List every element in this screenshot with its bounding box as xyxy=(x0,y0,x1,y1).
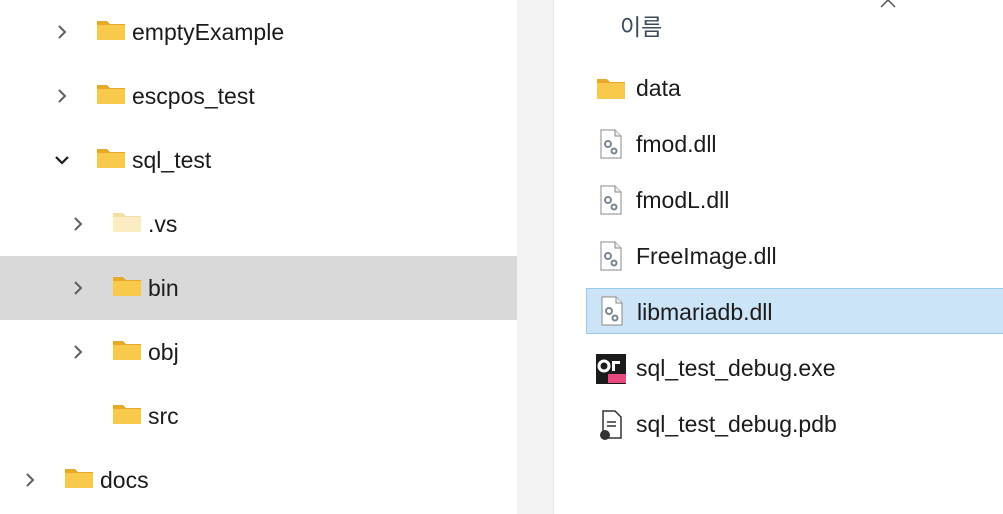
chevron-right-icon[interactable] xyxy=(52,22,72,42)
tree-item-label: docs xyxy=(100,467,149,493)
file-name: sql_test_debug.pdb xyxy=(636,411,837,437)
folder-icon xyxy=(64,466,94,490)
folder-icon xyxy=(112,402,142,426)
tree-item-label: sql_test xyxy=(132,147,212,173)
folder-icon xyxy=(596,72,626,104)
dll-file-icon xyxy=(596,128,626,160)
tree-item-label: emptyExample xyxy=(132,19,285,45)
folder-icon xyxy=(96,18,126,42)
file-name: data xyxy=(636,75,681,101)
close-icon[interactable] xyxy=(878,0,898,10)
tree-item-vs[interactable]: .vs xyxy=(0,192,517,256)
tree-item-escpos-test[interactable]: escpos_test xyxy=(0,64,517,128)
file-row-freeimage-dll[interactable]: FreeImage.dll xyxy=(586,236,1003,276)
name-column-header[interactable]: 이름 xyxy=(620,8,662,42)
file-name: fmodL.dll xyxy=(636,187,730,213)
pdb-file-icon xyxy=(596,408,626,440)
folder-icon xyxy=(96,82,126,106)
chevron-down-icon[interactable] xyxy=(52,150,72,170)
file-name: fmod.dll xyxy=(636,131,717,157)
chevron-right-icon[interactable] xyxy=(20,470,40,490)
chevron-right-icon[interactable] xyxy=(68,342,88,362)
tree-item-obj[interactable]: obj xyxy=(0,320,517,384)
tree-item-docs[interactable]: docs xyxy=(0,448,517,512)
file-row-fmod-dll[interactable]: fmod.dll xyxy=(586,124,1003,164)
navigation-tree: emptyExample escpos_test sql_test .vs bi… xyxy=(0,0,517,514)
file-row-libmariadb-dll[interactable]: libmariadb.dll xyxy=(586,288,1003,334)
file-row-fmodl-dll[interactable]: fmodL.dll xyxy=(586,180,1003,220)
file-row-sql-test-debug-exe[interactable]: sql_test_debug.exe xyxy=(586,348,1003,388)
pane-splitter[interactable] xyxy=(517,0,553,514)
hidden-folder-icon xyxy=(112,210,142,234)
tree-item-label: bin xyxy=(148,275,179,301)
exe-app-icon xyxy=(596,352,626,384)
file-name: sql_test_debug.exe xyxy=(636,355,836,381)
chevron-right-icon[interactable] xyxy=(68,214,88,234)
folder-icon xyxy=(112,338,142,362)
folder-icon xyxy=(112,274,142,298)
dll-file-icon xyxy=(597,295,627,327)
dll-file-icon xyxy=(596,240,626,272)
tree-item-label: obj xyxy=(148,339,179,365)
tree-item-sql-test[interactable]: sql_test xyxy=(0,128,517,192)
chevron-right-icon[interactable] xyxy=(52,86,72,106)
file-name: libmariadb.dll xyxy=(637,299,773,325)
tree-item-bin[interactable]: bin xyxy=(0,256,517,320)
tree-item-label: src xyxy=(148,403,179,429)
tree-item-label: .vs xyxy=(148,211,178,237)
file-row-sql-test-debug-pdb[interactable]: sql_test_debug.pdb xyxy=(586,404,1003,444)
chevron-right-icon[interactable] xyxy=(68,278,88,298)
file-list: 이름 data fmod.dll fmodL.dll FreeImage.dll… xyxy=(554,0,1003,514)
file-name: FreeImage.dll xyxy=(636,243,777,269)
tree-item-emptyexample[interactable]: emptyExample xyxy=(0,0,517,64)
tree-item-label: escpos_test xyxy=(132,83,255,109)
file-row-data[interactable]: data xyxy=(586,68,1003,108)
tree-item-src[interactable]: src xyxy=(0,384,517,448)
folder-icon xyxy=(96,146,126,170)
dll-file-icon xyxy=(596,184,626,216)
